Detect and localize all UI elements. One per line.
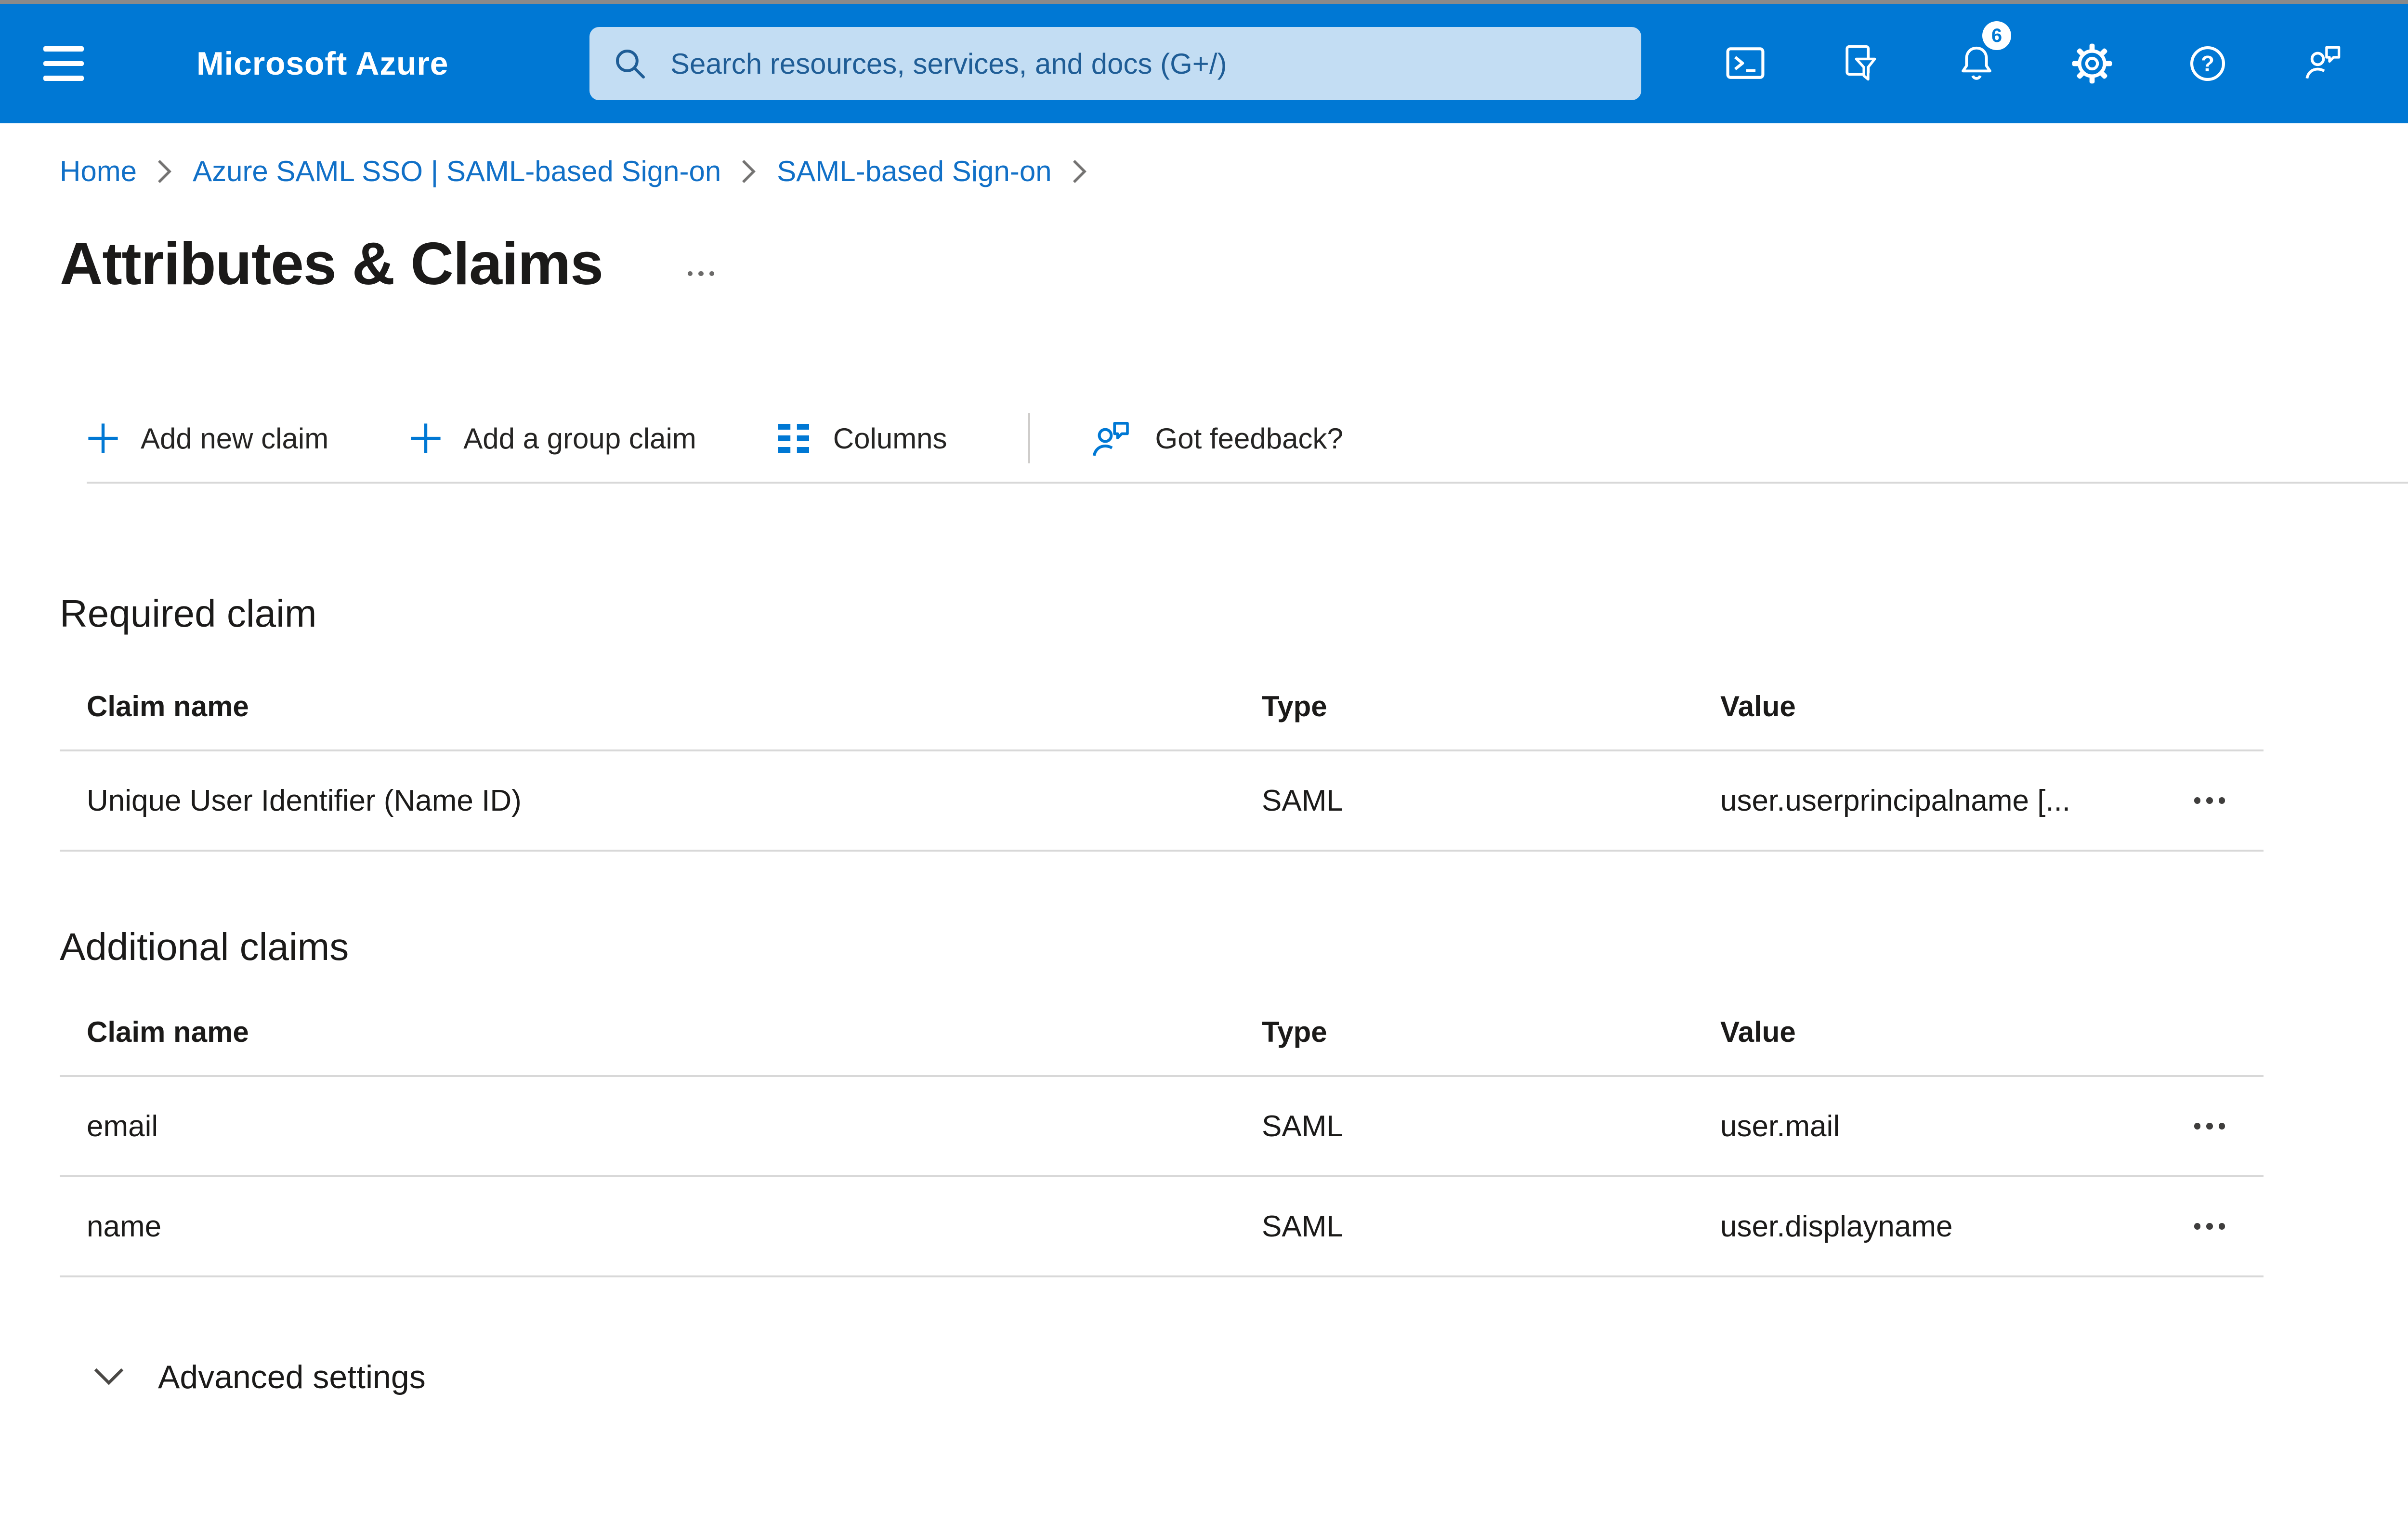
columns-icon — [778, 424, 809, 453]
directory-filter-icon — [1845, 45, 1876, 81]
feedback-person-icon — [1092, 422, 1129, 456]
settings-button[interactable] — [2034, 4, 2150, 123]
topbar: Microsoft Azure Search resources, servic… — [0, 4, 2408, 123]
required-claim-table: Claim name Type Value Unique User Identi… — [60, 663, 2264, 852]
columns-label: Columns — [833, 422, 947, 455]
toolbar-divider — [1028, 413, 1030, 463]
global-search — [589, 27, 1641, 100]
table-row[interactable]: name SAML user.displayname — [60, 1177, 2264, 1277]
ellipsis-icon — [2194, 1223, 2201, 1230]
chevron-right-icon — [740, 158, 758, 185]
help-icon: ? — [2190, 46, 2225, 81]
advanced-settings-toggle[interactable]: Advanced settings — [92, 1358, 426, 1396]
required-claim-heading: Required claim — [60, 592, 317, 635]
help-button[interactable]: ? — [2150, 4, 2265, 123]
hamburger-menu-button[interactable] — [0, 4, 127, 123]
column-header-claim-name: Claim name — [87, 690, 249, 723]
breadcrumb-home-link[interactable]: Home — [60, 150, 137, 193]
breadcrumb: Home Azure SAML SSO | SAML-based Sign-on… — [0, 123, 2408, 193]
microsoft-azure-logo[interactable]: Microsoft Azure — [196, 45, 448, 82]
page-title: Attributes & Claims — [60, 231, 603, 297]
column-header-type: Type — [1262, 1015, 1327, 1048]
type-cell: SAML — [1262, 1209, 1343, 1243]
row-context-menu-button[interactable] — [2186, 789, 2233, 812]
notifications-button[interactable]: 6 — [1919, 4, 2034, 123]
search-input[interactable] — [667, 45, 1618, 82]
search-icon — [616, 50, 645, 79]
plus-icon — [88, 423, 118, 453]
chevron-right-icon — [156, 158, 173, 185]
additional-claims-table: Claim name Type Value email SAML user.ma… — [60, 988, 2264, 1277]
azure-portal-window: Microsoft Azure Search resources, servic… — [0, 0, 2408, 1524]
ellipsis-icon — [687, 271, 693, 276]
got-feedback-button[interactable]: Got feedback? — [1088, 415, 1343, 461]
title-row: Attributes & Claims — [60, 220, 2408, 308]
additional-claims-heading: Additional claims — [60, 925, 349, 968]
feedback-button[interactable] — [2265, 4, 2381, 123]
got-feedback-label: Got feedback? — [1155, 422, 1343, 455]
type-cell: SAML — [1262, 784, 1343, 817]
topbar-icon-group: 6 ? — [1688, 4, 2381, 123]
row-context-menu-button[interactable] — [2186, 1115, 2233, 1137]
svg-text:?: ? — [2201, 51, 2214, 76]
add-group-claim-button[interactable]: Add a group claim — [409, 422, 696, 455]
type-cell: SAML — [1262, 1109, 1343, 1143]
cloud-shell-button[interactable] — [1688, 4, 1803, 123]
chevron-down-icon — [94, 1368, 124, 1385]
command-bar: Add new claim Add a group claim Columns — [87, 395, 2408, 484]
cloud-shell-icon — [1726, 47, 1765, 79]
add-new-claim-label: Add new claim — [141, 422, 329, 455]
directory-filter-button[interactable] — [1803, 4, 1919, 123]
title-context-menu-button[interactable] — [680, 263, 722, 284]
add-new-claim-button[interactable]: Add new claim — [87, 422, 328, 455]
ellipsis-icon — [2194, 1123, 2201, 1130]
chevron-right-icon — [1071, 158, 1088, 185]
row-context-menu-button[interactable] — [2186, 1215, 2233, 1237]
claim-name-cell: Unique User Identifier (Name ID) — [87, 784, 522, 817]
breadcrumb-app-link[interactable]: Azure SAML SSO | SAML-based Sign-on — [193, 150, 721, 193]
columns-button[interactable]: Columns — [777, 422, 947, 455]
ellipsis-icon — [2194, 797, 2201, 804]
feedback-icon — [2305, 46, 2341, 79]
breadcrumb-signon-link[interactable]: SAML-based Sign-on — [777, 150, 1051, 193]
column-header-value: Value — [1720, 1015, 1796, 1048]
gear-icon — [2072, 43, 2112, 84]
table-header-row: Claim name Type Value — [60, 663, 2264, 751]
plus-icon — [411, 423, 441, 453]
attributes-claims-pane: Home Azure SAML SSO | SAML-based Sign-on… — [0, 123, 2408, 1396]
claim-name-cell: name — [87, 1209, 162, 1243]
value-cell: user.userprincipalname [... — [1720, 784, 2071, 817]
value-cell: user.mail — [1720, 1109, 1840, 1143]
hamburger-icon — [43, 46, 84, 52]
column-header-value: Value — [1720, 690, 1796, 723]
table-row[interactable]: Unique User Identifier (Name ID) SAML us… — [60, 751, 2264, 852]
claim-name-cell: email — [87, 1109, 158, 1143]
column-header-type: Type — [1262, 690, 1327, 723]
table-row[interactable]: email SAML user.mail — [60, 1077, 2264, 1177]
value-cell: user.displayname — [1720, 1209, 1953, 1243]
column-header-claim-name: Claim name — [87, 1015, 249, 1048]
notification-badge: 6 — [1982, 21, 2011, 50]
advanced-settings-label: Advanced settings — [158, 1359, 426, 1395]
add-group-claim-label: Add a group claim — [463, 422, 696, 455]
table-header-row: Claim name Type Value — [60, 988, 2264, 1077]
